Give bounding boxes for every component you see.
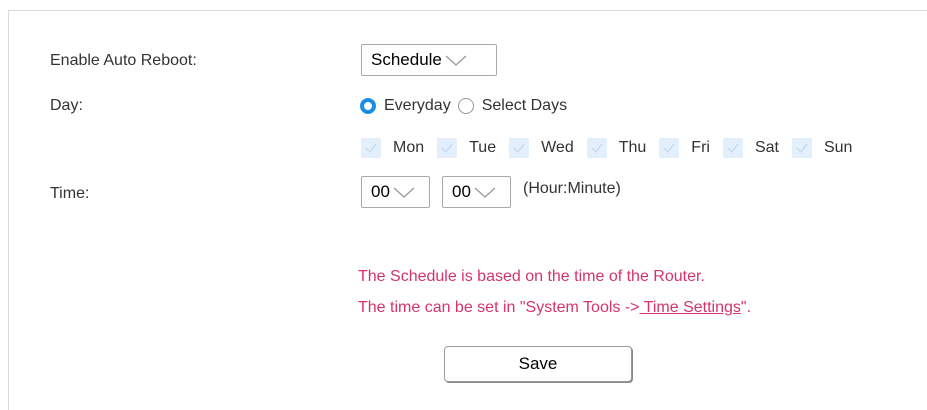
minute-select[interactable]: 00: [442, 176, 511, 208]
notice-prefix: The time can be set in "System Tools ->: [358, 299, 640, 316]
schedule-notice-line1: The Schedule is based on the time of the…: [358, 268, 705, 285]
checkmark-icon: [591, 143, 603, 154]
checkmark-icon: [796, 143, 808, 154]
day-checkbox-thu: Thu: [586, 138, 647, 158]
enable-auto-reboot-label: Enable Auto Reboot:: [50, 52, 197, 69]
chevron-down-icon: [392, 185, 416, 199]
day-radio-group: Everyday Select Days: [360, 93, 567, 119]
day-label-wed: Wed: [541, 139, 574, 156]
notice-suffix: ".: [740, 299, 752, 316]
checkbox-thu: [586, 138, 607, 158]
checkmark-icon: [365, 143, 377, 154]
days-checkbox-group: Mon Tue Wed Thu Fri Sat Sun: [361, 135, 852, 161]
day-checkbox-tue: Tue: [437, 138, 496, 158]
day-label-thu: Thu: [618, 139, 647, 156]
chevron-down-icon: [444, 53, 468, 67]
day-checkbox-mon: Mon: [361, 138, 424, 158]
save-button[interactable]: Save: [444, 346, 632, 382]
checkbox-mon: [361, 138, 381, 158]
auto-reboot-mode-value: Schedule: [371, 50, 442, 69]
hour-select[interactable]: 00: [361, 176, 430, 208]
day-label-mon: Mon: [393, 139, 425, 156]
everyday-radio-label[interactable]: Everyday: [384, 97, 451, 115]
checkbox-tue: [437, 138, 458, 158]
auto-reboot-mode-select[interactable]: Schedule: [361, 44, 497, 76]
day-label-tue: Tue: [469, 139, 497, 156]
chevron-down-icon: [473, 185, 497, 199]
time-format-hint: (Hour:Minute): [523, 180, 621, 197]
time-label: Time:: [50, 185, 90, 202]
day-label: Day:: [50, 97, 83, 114]
everyday-radio[interactable]: [360, 98, 376, 114]
day-label-fri: Fri: [691, 139, 710, 156]
checkmark-icon: [513, 143, 525, 154]
checkbox-sat: [722, 138, 743, 158]
day-label-sun: Sun: [823, 139, 853, 156]
checkmark-icon: [663, 143, 675, 154]
minute-value: 00: [452, 182, 471, 201]
hour-value: 00: [371, 182, 390, 201]
day-label-sat: Sat: [754, 139, 779, 156]
checkbox-wed: [509, 138, 530, 158]
time-settings-link[interactable]: Time Settings: [640, 299, 741, 316]
checkbox-sun: [791, 138, 812, 158]
day-checkbox-sat: Sat: [722, 138, 779, 158]
checkbox-fri: [659, 138, 680, 158]
checkmark-icon: [727, 143, 739, 154]
day-checkbox-wed: Wed: [509, 138, 574, 158]
schedule-notice-line2: The time can be set in "System Tools -> …: [358, 299, 751, 317]
select-days-radio[interactable]: [457, 98, 474, 114]
day-checkbox-sun: Sun: [791, 138, 853, 158]
day-checkbox-fri: Fri: [659, 138, 710, 158]
checkmark-icon: [441, 143, 453, 154]
select-days-radio-label[interactable]: Select Days: [482, 97, 567, 115]
